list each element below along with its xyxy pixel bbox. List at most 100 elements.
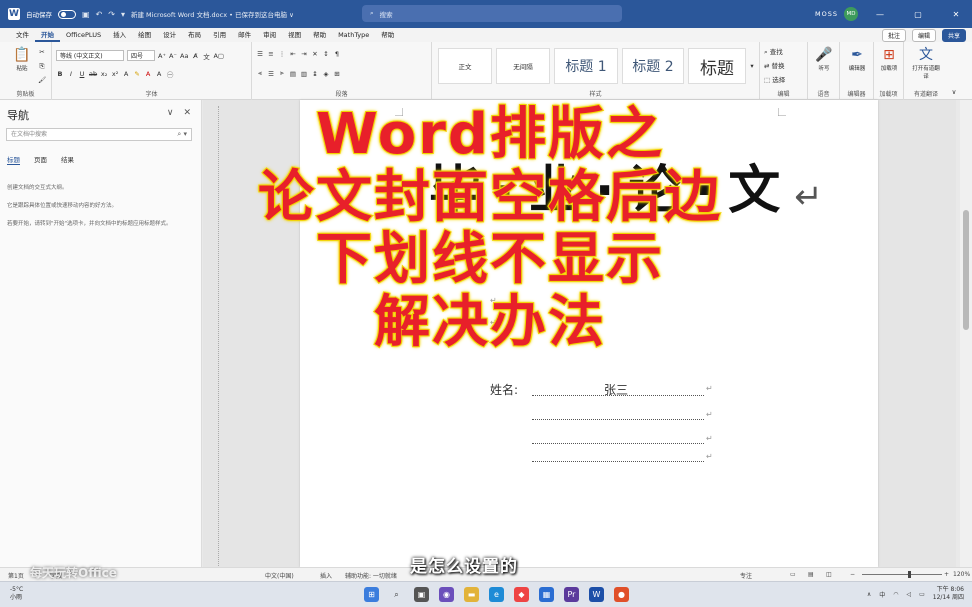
- zoom-out-icon[interactable]: −: [850, 571, 855, 578]
- zoom-level[interactable]: 120%: [953, 571, 970, 578]
- zoom-slider[interactable]: [862, 574, 942, 575]
- select-button[interactable]: ⬚ 选择: [764, 74, 785, 84]
- nav-tab-headings[interactable]: 标题: [7, 154, 20, 165]
- align-left-icon[interactable]: ⫷: [256, 69, 264, 78]
- tray-chevron-icon[interactable]: ∧: [867, 591, 871, 598]
- copy-icon[interactable]: ⎘: [38, 62, 46, 71]
- borders-icon[interactable]: ⊞: [333, 70, 341, 78]
- print-layout-icon[interactable]: ▤: [808, 571, 814, 578]
- format-painter-icon[interactable]: 🖌: [38, 76, 46, 84]
- addins-button[interactable]: ⊞ 加载项: [875, 46, 903, 72]
- tab-layout[interactable]: 布局: [182, 28, 207, 42]
- shrink-font-icon[interactable]: A⁻: [169, 52, 177, 60]
- zoom-in-icon[interactable]: +: [944, 571, 949, 578]
- close-icon[interactable]: ✕: [940, 10, 972, 19]
- dictate-button[interactable]: 🎤 听写: [810, 46, 838, 72]
- file-explorer-icon[interactable]: ▬: [464, 587, 479, 602]
- task-view-icon[interactable]: ▣: [414, 587, 429, 602]
- style-normal[interactable]: 正文: [438, 48, 492, 84]
- store-icon[interactable]: ▦: [539, 587, 554, 602]
- justify-icon[interactable]: ▤: [289, 70, 297, 78]
- status-language[interactable]: 中文(中国): [265, 571, 294, 580]
- tab-references[interactable]: 引用: [207, 28, 232, 42]
- editing-mode-button[interactable]: 编辑: [911, 29, 936, 42]
- increase-indent-icon[interactable]: ⇥: [300, 50, 308, 58]
- share-button[interactable]: 共享: [941, 29, 966, 42]
- align-center-icon[interactable]: ☰: [267, 70, 275, 78]
- decrease-indent-icon[interactable]: ⇤: [289, 50, 297, 58]
- style-heading-1[interactable]: 标题 1: [554, 48, 618, 84]
- superscript-icon[interactable]: x²: [111, 70, 119, 78]
- weather-widget[interactable]: -5°C 小雨: [10, 586, 23, 602]
- subscript-icon[interactable]: x₂: [100, 70, 108, 78]
- search-taskbar-icon[interactable]: ⌕: [389, 587, 404, 602]
- scrollbar-thumb[interactable]: [963, 210, 969, 330]
- tab-file[interactable]: 文件: [10, 28, 35, 42]
- edge-icon[interactable]: e: [489, 587, 504, 602]
- cut-icon[interactable]: ✂: [38, 48, 46, 56]
- multilevel-list-icon[interactable]: ⋮: [278, 50, 286, 58]
- premiere-icon[interactable]: Pr: [564, 587, 579, 602]
- chinese-layout-icon[interactable]: ✕: [311, 50, 319, 58]
- app-icon-2[interactable]: ●: [614, 587, 629, 602]
- find-button[interactable]: ⌕ 查找: [764, 46, 783, 57]
- minimize-icon[interactable]: —: [864, 10, 896, 19]
- nav-tab-results[interactable]: 结果: [61, 154, 74, 165]
- show-marks-icon[interactable]: ¶: [333, 50, 341, 58]
- tab-review[interactable]: 审阅: [257, 28, 282, 42]
- undo-icon[interactable]: ↶: [96, 10, 103, 19]
- enclose-char-icon[interactable]: ㊀: [166, 69, 174, 79]
- replace-button[interactable]: ⇄ 替换: [764, 60, 785, 70]
- shading-icon[interactable]: ◈: [322, 70, 330, 78]
- bullets-icon[interactable]: ☰: [256, 50, 264, 58]
- document-title[interactable]: 新建 Microsoft Word 文档.docx • 已保存到这台电脑 ∨: [131, 9, 294, 19]
- style-heading-2[interactable]: 标题 2: [622, 48, 684, 84]
- status-accessibility[interactable]: 辅助功能: 一切就绪: [345, 571, 397, 580]
- tab-design[interactable]: 设计: [157, 28, 182, 42]
- read-mode-icon[interactable]: ▭: [790, 571, 796, 578]
- word-taskbar-icon[interactable]: W: [589, 587, 604, 602]
- grow-font-icon[interactable]: A⁺: [158, 52, 166, 60]
- tab-insert[interactable]: 插入: [107, 28, 132, 42]
- tab-help[interactable]: 帮助: [307, 28, 332, 42]
- chat-icon[interactable]: ◉: [439, 587, 454, 602]
- maximize-icon[interactable]: ▢: [902, 10, 934, 19]
- redo-icon[interactable]: ↷: [108, 10, 115, 19]
- nav-tab-pages[interactable]: 页面: [34, 154, 47, 165]
- char-border-icon[interactable]: A▢: [213, 52, 224, 60]
- avatar[interactable]: MD: [844, 7, 858, 21]
- distributed-icon[interactable]: ▥: [300, 70, 308, 78]
- style-no-spacing[interactable]: 无间隔: [496, 48, 550, 84]
- battery-icon[interactable]: ▭: [919, 591, 925, 598]
- bold-icon[interactable]: B: [56, 70, 64, 78]
- paste-button[interactable]: 📋 粘贴: [8, 46, 36, 72]
- ime-icon[interactable]: 中: [879, 590, 885, 599]
- autosave-toggle[interactable]: [58, 9, 76, 19]
- customize-qat-icon[interactable]: ▾: [121, 10, 125, 19]
- editor-button[interactable]: ✒ 编辑器: [843, 46, 871, 72]
- comment-button[interactable]: 批注: [881, 29, 906, 42]
- tab-help-2[interactable]: 帮助: [375, 28, 400, 42]
- status-focus[interactable]: 专注: [740, 571, 752, 580]
- font-size-dropdown[interactable]: 四号: [127, 50, 155, 61]
- tab-draw[interactable]: 绘图: [132, 28, 157, 42]
- tab-home[interactable]: 开始: [35, 28, 60, 42]
- style-title[interactable]: 标题: [688, 48, 746, 84]
- web-layout-icon[interactable]: ◫: [826, 571, 832, 578]
- app-icon[interactable]: ◆: [514, 587, 529, 602]
- wifi-icon[interactable]: ◠: [893, 591, 898, 598]
- font-color-icon[interactable]: A: [144, 70, 152, 78]
- youdao-translate-button[interactable]: 文 打开有道翻译: [912, 46, 940, 80]
- phonetic-icon[interactable]: 文: [202, 51, 210, 61]
- highlight-icon[interactable]: ✎: [133, 70, 141, 78]
- styles-more-icon[interactable]: ▾: [748, 62, 756, 70]
- collapse-ribbon-icon[interactable]: ∨: [950, 88, 958, 96]
- user-name[interactable]: MOSS: [815, 10, 838, 18]
- tab-mathtype[interactable]: MathType: [332, 28, 375, 42]
- volume-icon[interactable]: ◁: [907, 591, 912, 598]
- start-icon[interactable]: ⊞: [364, 587, 379, 602]
- char-shading-icon[interactable]: A: [155, 70, 163, 78]
- tab-view[interactable]: 视图: [282, 28, 307, 42]
- italic-icon[interactable]: I: [67, 70, 75, 78]
- clear-format-icon[interactable]: A̸: [191, 52, 199, 60]
